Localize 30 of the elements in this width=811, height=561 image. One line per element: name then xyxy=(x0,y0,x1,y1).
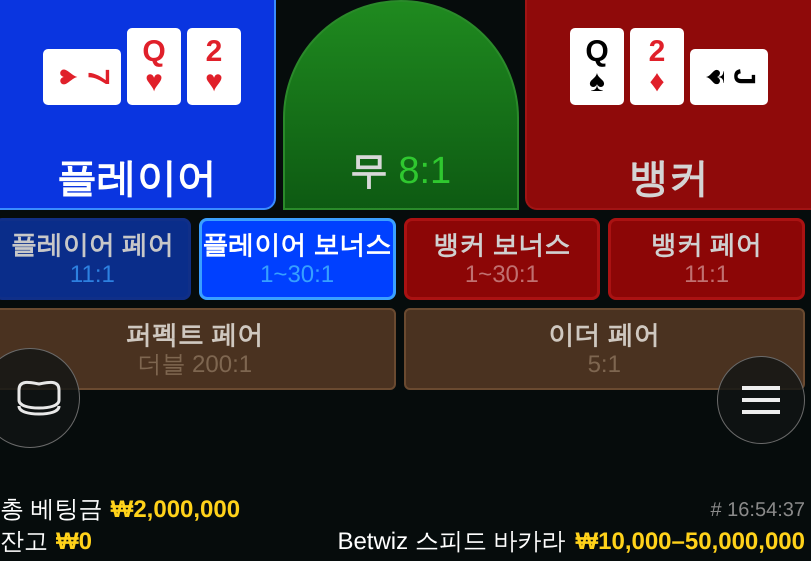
card-rank: 2 xyxy=(206,36,222,66)
bet-label: 뱅커 xyxy=(629,158,709,198)
player-bet-area[interactable]: ♥ 7 Q ♥ 2 ♥ 플레이어 xyxy=(0,0,276,210)
card-suit: ♠ xyxy=(589,66,605,96)
card-rank: 7 xyxy=(82,68,112,86)
tie-label: 무 8:1 xyxy=(350,149,452,194)
side-bet-button[interactable]: 뱅커 보너스 1~30:1 xyxy=(404,218,600,300)
tie-bet-area[interactable]: 무 8:1 xyxy=(282,0,518,210)
menu-icon xyxy=(742,386,780,414)
bet-label: 플레이어 xyxy=(57,158,217,198)
table-name: Betwiz 스피드 바카라 xyxy=(337,527,566,557)
card-suit: ♠ xyxy=(700,69,730,85)
total-bet-label: 총 베팅금 xyxy=(0,495,103,525)
total-bet-amount: ₩2,000,000 xyxy=(110,495,240,525)
balance-label: 잔고 xyxy=(0,527,48,557)
card-rank: Q xyxy=(585,36,609,66)
banker-bet-area[interactable]: Q ♠ 2 ♦ ♠ J 뱅커 xyxy=(525,0,811,210)
side-bet-button[interactable]: 플레이어 페어 11:1 xyxy=(0,218,191,300)
balance-amount: ₩0 xyxy=(56,527,92,557)
card-rank: 2 xyxy=(648,36,666,66)
card-suit: ♥ xyxy=(52,68,83,86)
card-suit: ♥ xyxy=(205,66,223,96)
round-time: # 16:54:37 xyxy=(710,498,805,523)
card-rank: J xyxy=(728,68,758,86)
side-bet-button[interactable]: 플레이어 보너스 1~30:1 xyxy=(198,218,396,300)
card-suit: ♦ xyxy=(649,66,665,96)
card-suit: ♥ xyxy=(145,66,163,96)
side-bet-button[interactable]: 뱅커 페어 11:1 xyxy=(608,218,805,300)
bet-limits: ₩10,000–50,000,000 xyxy=(575,527,805,557)
card-rank: Q xyxy=(142,36,166,66)
